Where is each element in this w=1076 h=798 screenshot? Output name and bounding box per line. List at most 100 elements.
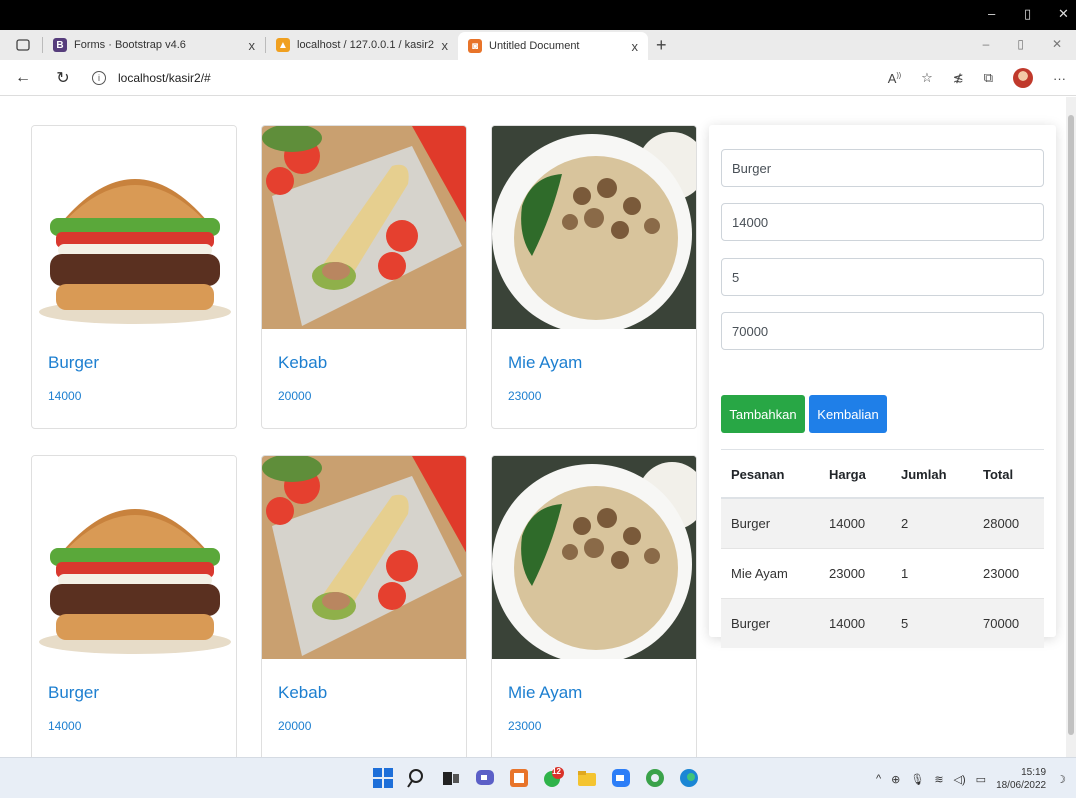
tambahkan-button[interactable]: Tambahkan xyxy=(721,395,805,433)
windows-start-icon[interactable] xyxy=(372,767,394,789)
table-cell: 23000 xyxy=(819,547,891,598)
burger-image xyxy=(32,456,236,659)
jumlah-field[interactable]: 5 xyxy=(721,258,1044,296)
back-icon[interactable]: ← xyxy=(12,69,34,87)
network-app-icon[interactable]: ⊕ xyxy=(891,773,900,786)
restore-icon[interactable]: ▯ xyxy=(1024,6,1031,22)
whatsapp-icon[interactable]: 12 xyxy=(542,767,564,789)
microphone-icon[interactable]: 🎙 xyxy=(910,773,924,786)
tab-label: Forms · Bootstrap v4.6 xyxy=(74,39,186,51)
tab-untitled-document[interactable]: ◙ Untitled Document x xyxy=(458,32,648,60)
product-card-kebab[interactable]: Kebab 20000 xyxy=(261,455,467,757)
address-toolbar: ← ↻ i localhost/kasir2/# A)) ☆ ≴ ⧉ ··· xyxy=(0,60,1076,96)
product-card-burger[interactable]: Burger 14000 xyxy=(31,455,237,757)
product-name: Kebab xyxy=(278,683,328,702)
table-cell: 23000 xyxy=(973,547,1044,598)
order-table: Pesanan Harga Jumlah Total Burger 14000 … xyxy=(721,452,1044,648)
restore-icon[interactable]: ▯ xyxy=(1017,37,1024,51)
system-tray: ^ ⊕ 🎙 ≋ ◁) ▭ 15:19 18/06/2022 ☽ xyxy=(876,766,1066,792)
close-icon[interactable]: ✕ xyxy=(1058,6,1069,22)
tab-window-controls: – ▯ ✕ xyxy=(983,37,1062,51)
battery-icon[interactable]: ▭ xyxy=(976,773,986,786)
product-card-mie-ayam[interactable]: Mie Ayam 23000 xyxy=(491,455,697,757)
favorites-list-icon[interactable]: ≴ xyxy=(953,70,964,86)
document-favicon-icon: ◙ xyxy=(468,39,482,53)
product-card-mie-ayam[interactable]: Mie Ayam 23000 xyxy=(491,125,697,429)
clock-time: 15:19 xyxy=(1021,767,1047,778)
url-text: localhost/kasir2/# xyxy=(118,70,211,85)
zoom-icon[interactable] xyxy=(610,767,632,789)
harga-field[interactable]: 14000 xyxy=(721,203,1044,241)
opera-gx-icon[interactable] xyxy=(644,767,666,789)
minimize-icon[interactable]: – xyxy=(988,6,995,21)
app-icon[interactable] xyxy=(508,767,530,789)
product-card-burger[interactable]: Burger 14000 xyxy=(31,125,237,429)
address-bar[interactable]: i localhost/kasir2/# xyxy=(92,70,211,85)
product-card-kebab[interactable]: Kebab 20000 xyxy=(261,125,467,429)
divider xyxy=(721,449,1044,450)
product-name: Burger xyxy=(48,353,100,372)
notifications-icon[interactable]: ☽ xyxy=(1056,773,1066,786)
volume-icon[interactable]: ◁) xyxy=(954,773,966,786)
table-cell: Mie Ayam xyxy=(721,547,819,598)
phpmyadmin-favicon-icon: ▲ xyxy=(276,38,290,52)
nama-field[interactable]: Burger xyxy=(721,149,1044,187)
more-menu-icon[interactable]: ··· xyxy=(1053,71,1066,86)
table-row: Burger 14000 2 28000 xyxy=(721,497,1044,548)
total-field[interactable]: 70000 xyxy=(721,312,1044,350)
chat-icon[interactable] xyxy=(474,767,496,789)
product-price: 20000 xyxy=(278,719,312,733)
taskbar-apps: 12 xyxy=(372,767,700,789)
table-cell: 28000 xyxy=(973,497,1044,548)
tab-close-icon[interactable]: x xyxy=(241,38,256,53)
tab-bootstrap-forms[interactable]: B Forms · Bootstrap v4.6 x xyxy=(43,32,265,58)
table-cell: 14000 xyxy=(819,497,891,548)
product-price: 20000 xyxy=(278,389,312,403)
column-header: Total xyxy=(973,452,1044,499)
clock[interactable]: 15:19 18/06/2022 xyxy=(996,766,1046,792)
scrollbar-thumb[interactable] xyxy=(1068,115,1074,735)
search-icon[interactable] xyxy=(406,767,428,789)
edge-browser-icon[interactable] xyxy=(678,767,700,789)
close-icon[interactable]: ✕ xyxy=(1052,37,1062,51)
table-cell: Burger xyxy=(721,597,819,648)
tab-actions-icon[interactable] xyxy=(12,34,34,56)
clock-date: 18/06/2022 xyxy=(996,780,1047,791)
product-name: Kebab xyxy=(278,353,328,372)
chevron-up-icon[interactable]: ^ xyxy=(876,773,881,785)
site-info-icon[interactable]: i xyxy=(92,70,106,85)
new-tab-button[interactable]: + xyxy=(656,35,667,56)
minimize-icon[interactable]: – xyxy=(983,37,990,51)
mie-ayam-image xyxy=(492,456,696,659)
page-content: Burger 14000 Kebab 20000 Mie Ayam 23000 … xyxy=(0,97,1066,757)
file-explorer-icon[interactable] xyxy=(576,767,598,789)
favorite-star-icon[interactable]: ☆ xyxy=(921,70,933,86)
page-scrollbar[interactable] xyxy=(1066,97,1076,757)
table-cell: 70000 xyxy=(973,597,1044,648)
kebab-image xyxy=(262,126,466,329)
table-header-row: Pesanan Harga Jumlah Total xyxy=(721,452,1044,499)
read-aloud-icon[interactable]: A)) xyxy=(888,71,901,86)
tab-label: localhost / 127.0.0.1 / kasir2 / tal xyxy=(297,39,434,51)
taskbar: 12 ^ ⊕ 🎙 ≋ ◁) ▭ 15:19 18/06/2022 ☽ xyxy=(0,757,1076,798)
tab-bar: B Forms · Bootstrap v4.6 x ▲ localhost /… xyxy=(0,30,1076,60)
column-header: Jumlah xyxy=(891,452,973,499)
task-view-icon[interactable] xyxy=(440,767,462,789)
wifi-icon[interactable]: ≋ xyxy=(934,773,943,786)
notification-badge: 12 xyxy=(552,767,561,776)
collections-icon[interactable]: ⧉ xyxy=(984,70,993,86)
kembalian-button[interactable]: Kembalian xyxy=(809,395,887,433)
column-header: Pesanan xyxy=(721,452,819,499)
tab-label: Untitled Document xyxy=(489,40,580,52)
mie-ayam-image xyxy=(492,126,696,329)
table-row: Burger 14000 5 70000 xyxy=(721,597,1044,648)
tab-close-icon[interactable]: x xyxy=(434,38,449,53)
refresh-icon[interactable]: ↻ xyxy=(52,68,74,88)
tab-close-icon[interactable]: x xyxy=(624,39,639,54)
profile-avatar[interactable] xyxy=(1013,68,1033,88)
kebab-image xyxy=(262,456,466,659)
table-cell: 5 xyxy=(891,597,973,648)
order-panel: Burger 14000 5 70000 Tambahkan Kembalian… xyxy=(709,125,1056,648)
table-cell: 2 xyxy=(891,497,973,548)
tab-phpmyadmin[interactable]: ▲ localhost / 127.0.0.1 / kasir2 / tal x xyxy=(266,32,458,58)
